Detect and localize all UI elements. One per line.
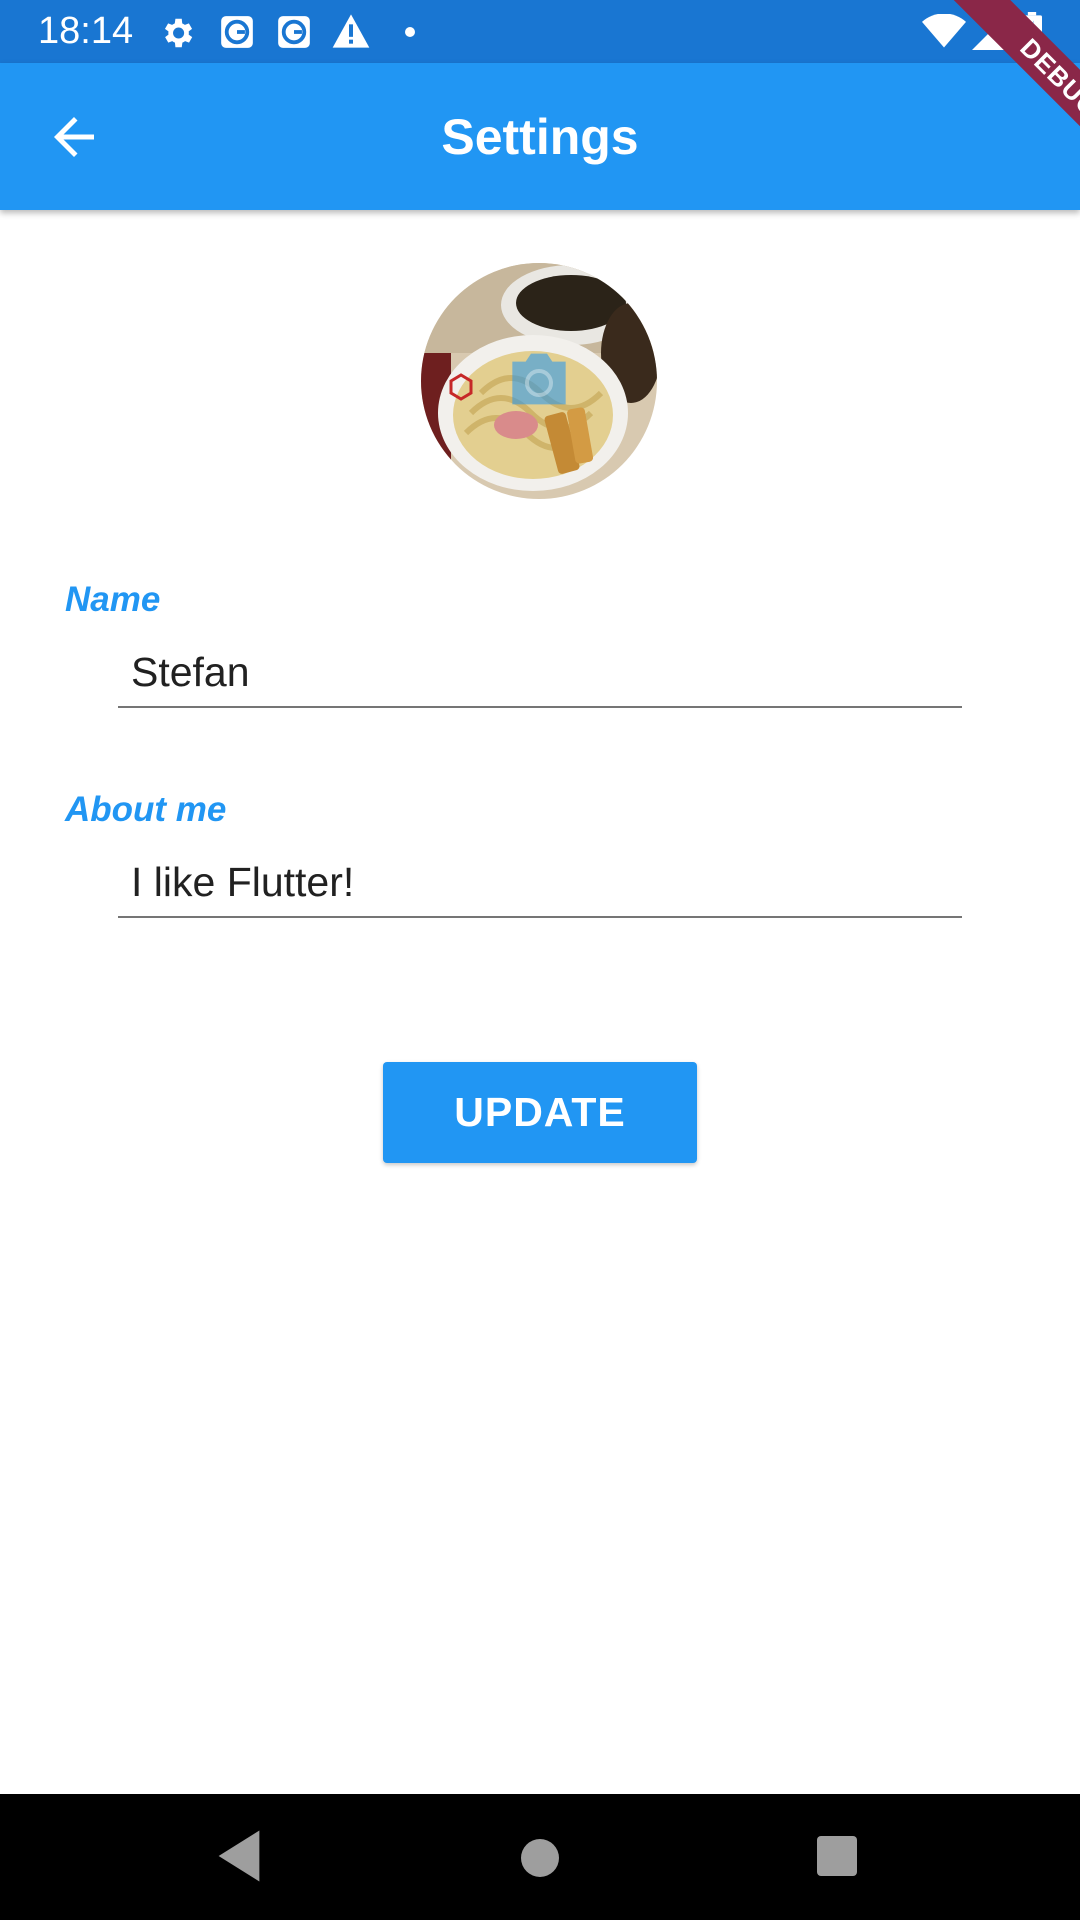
- avatar[interactable]: [421, 263, 657, 499]
- g-app-icon: [275, 13, 313, 56]
- back-triangle-icon[interactable]: [212, 1828, 266, 1889]
- about-me-label: About me: [65, 790, 227, 829]
- debug-banner-label: DEBUG: [939, 0, 1080, 160]
- recents-square-icon[interactable]: [815, 1834, 859, 1883]
- dot-icon: [404, 25, 416, 43]
- name-input[interactable]: [118, 638, 962, 708]
- about-me-input[interactable]: [118, 848, 962, 918]
- debug-banner: DEBUG: [920, 0, 1080, 160]
- page-title: Settings: [441, 109, 639, 165]
- navigation-bar: [0, 1794, 1080, 1920]
- update-button[interactable]: UPDATE: [383, 1062, 697, 1163]
- g-app-icon: [218, 13, 256, 56]
- gear-icon: [158, 14, 196, 57]
- warning-icon: [331, 12, 371, 55]
- camera-icon: [507, 351, 571, 407]
- status-bar: 18:14: [0, 0, 1080, 63]
- status-time: 18:14: [38, 10, 134, 52]
- home-circle-icon[interactable]: [516, 1834, 564, 1887]
- name-label: Name: [65, 580, 161, 619]
- app-bar: Settings: [0, 63, 1080, 210]
